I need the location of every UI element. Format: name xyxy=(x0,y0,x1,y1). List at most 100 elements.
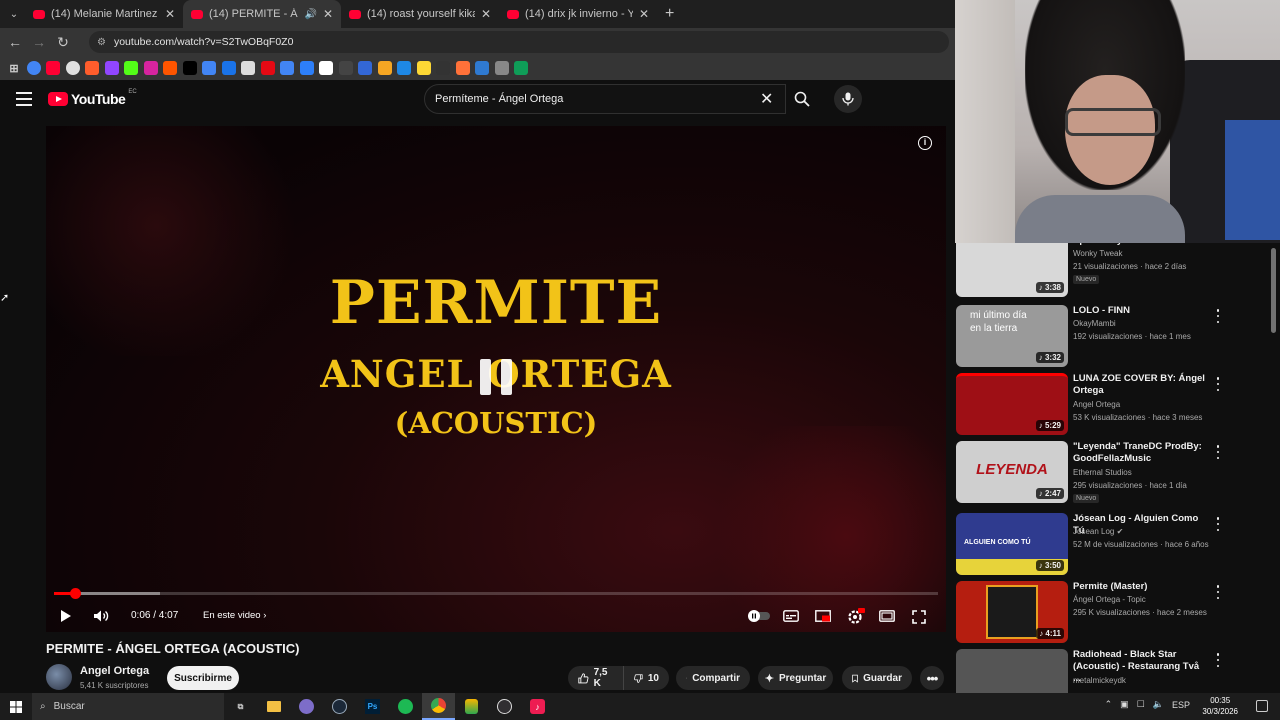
recommendations-scrollbar[interactable] xyxy=(1271,248,1276,333)
dislike-button[interactable]: 10 xyxy=(623,666,669,690)
progress-bar[interactable] xyxy=(54,588,938,599)
volume-tray-icon[interactable]: 🔈 xyxy=(1153,699,1164,710)
task-view-icon[interactable]: ⧉ xyxy=(224,693,257,720)
channel-name[interactable]: Angel Ortega xyxy=(80,665,149,677)
photoshop-icon[interactable]: Ps xyxy=(356,693,389,720)
twitch-icon[interactable] xyxy=(104,61,119,75)
notification-icon[interactable] xyxy=(1256,700,1268,712)
recommendation-item[interactable]: Radiohead - Black Star (Acoustic) - Rest… xyxy=(955,649,1273,694)
soundcloud-icon[interactable] xyxy=(163,61,177,75)
recommendation-item[interactable]: ♪ 4:11 Permite (Master) Ángel Ortega - T… xyxy=(955,581,1273,649)
windows-terminal-icon[interactable] xyxy=(299,61,314,75)
clock[interactable]: 00:35 30/3/2026 xyxy=(1202,695,1238,717)
recommendation-channel[interactable]: Ethernal Studios xyxy=(1073,468,1132,477)
save-button[interactable]: Guardar xyxy=(842,666,912,690)
bing-icon[interactable] xyxy=(475,61,489,75)
tiktok-icon[interactable]: ♪ xyxy=(521,693,554,720)
translate-icon[interactable] xyxy=(202,61,216,75)
subtitles-button[interactable] xyxy=(783,610,799,622)
windows-start-button[interactable] xyxy=(0,693,32,720)
recommendation-item[interactable]: LEYENDA ♪ 2:47 "Leyenda" TraneDC ProdBy:… xyxy=(955,441,1273,509)
recommendation-thumbnail[interactable]: ALGUIEN COMO TÚ ♪ 3:50 xyxy=(956,513,1068,575)
autoplay-toggle[interactable] xyxy=(748,610,770,622)
more-vert-icon[interactable] xyxy=(1213,309,1223,323)
more-vert-icon[interactable] xyxy=(1213,585,1223,599)
kick-icon[interactable] xyxy=(124,61,138,75)
apps-grid-icon[interactable]: ⊞ xyxy=(7,61,21,75)
browser-tab[interactable]: (14) drix jk invierno - YouTube ✕ xyxy=(499,0,657,28)
x-icon[interactable] xyxy=(182,61,197,75)
subscribe-button[interactable]: Suscribirme xyxy=(167,666,239,690)
recommendation-title[interactable]: LOLO - FINN xyxy=(1073,305,1209,317)
more-vert-icon[interactable] xyxy=(1213,445,1223,459)
browser-tab[interactable]: (14) roast yourself kika nieto - Y ✕ xyxy=(341,0,499,28)
more-vert-icon[interactable] xyxy=(1213,653,1223,667)
recommendation-title[interactable]: "Leyenda" TraneDC ProdBy: GoodFellazMusi… xyxy=(1073,441,1209,465)
recommendation-item[interactable]: ♪ 3:38 Speakeasy Wonky Tweak 21 visualiz… xyxy=(955,243,1273,303)
recommendation-thumbnail[interactable]: LEYENDA ♪ 2:47 xyxy=(956,441,1068,503)
fullscreen-button[interactable] xyxy=(912,610,926,624)
chapter-button[interactable]: En este video › xyxy=(203,610,266,621)
recommendation-title[interactable]: Permite (Master) xyxy=(1073,581,1209,593)
discord-icon[interactable] xyxy=(290,693,323,720)
chrome-icon[interactable] xyxy=(65,61,80,75)
instagram-icon[interactable] xyxy=(143,61,158,75)
recommendation-channel[interactable]: Ángel Ortega - Topic xyxy=(1073,595,1146,604)
netflix-icon[interactable] xyxy=(260,61,275,75)
chrome-icon[interactable] xyxy=(422,693,455,720)
youtube-icon[interactable] xyxy=(46,61,60,75)
drive-icon[interactable] xyxy=(280,61,294,75)
recommendation-item[interactable]: ALGUIEN COMO TÚ ♪ 3:50 Jósean Log - Algu… xyxy=(955,513,1273,581)
sheets-icon[interactable] xyxy=(514,61,528,75)
new-tab-button[interactable]: + xyxy=(665,5,674,23)
network-icon[interactable]: ☐ xyxy=(1137,699,1145,710)
forward-icon[interactable]: → xyxy=(27,34,51,50)
recommendation-thumbnail[interactable] xyxy=(956,649,1068,694)
recommendation-channel[interactable]: metalmickeydk xyxy=(1073,676,1126,685)
tab-close-icon[interactable]: ✕ xyxy=(639,7,649,21)
more-vert-icon[interactable] xyxy=(1213,517,1223,531)
meet-icon[interactable]: ▣ xyxy=(1120,699,1129,710)
recommendation-item[interactable]: ♪ 5:29 LUNA ZOE COVER BY: Ángel Ortega A… xyxy=(955,373,1273,441)
video-player[interactable]: PERMITE ANGEL ORTEGA (ACOUSTIC) i 0:06 /… xyxy=(46,126,946,632)
address-bar[interactable]: ⚙ youtube.com/watch?v=S2TwOBqF0Z0 xyxy=(89,31,949,53)
miniplayer-button[interactable] xyxy=(815,610,831,622)
tab-close-icon[interactable]: ✕ xyxy=(165,7,175,21)
steam-icon[interactable] xyxy=(323,693,356,720)
tab-close-icon[interactable]: ✕ xyxy=(481,7,491,21)
music-icon[interactable] xyxy=(416,61,431,75)
recommendation-channel[interactable]: Angel Ortega xyxy=(1073,400,1120,409)
site2-icon[interactable] xyxy=(358,61,372,75)
voice-search-button[interactable] xyxy=(834,85,862,113)
play-button[interactable] xyxy=(60,609,72,623)
share-button[interactable]: Compartir xyxy=(676,666,750,690)
theater-mode-button[interactable] xyxy=(879,610,895,622)
taskbar-search[interactable]: ⌕ Buscar xyxy=(32,693,224,720)
web-icon[interactable] xyxy=(494,61,509,75)
obs-icon[interactable] xyxy=(488,693,521,720)
menu-icon[interactable] xyxy=(16,92,32,106)
center-pause-icon[interactable] xyxy=(480,359,512,395)
recommendation-title[interactable]: Speakeasy xyxy=(1073,243,1209,247)
youtube-logo[interactable]: YouTube EC xyxy=(48,89,137,107)
search-button[interactable] xyxy=(786,84,818,114)
search-input[interactable]: Permíteme - Ángel Ortega xyxy=(424,84,786,114)
recommendation-thumbnail[interactable]: mi último día en la tierra ♪ 3:32 xyxy=(956,305,1068,367)
recommendation-channel[interactable]: Wonky Tweak xyxy=(1073,249,1123,258)
site-icon[interactable] xyxy=(221,61,236,75)
more-actions-button[interactable]: ••• xyxy=(920,666,944,690)
file-explorer-icon[interactable] xyxy=(257,693,290,720)
channel-avatar[interactable] xyxy=(46,664,72,690)
recommendation-title[interactable]: LUNA ZOE COVER BY: Ángel Ortega xyxy=(1073,373,1209,397)
google-icon[interactable] xyxy=(26,61,41,75)
recommendation-channel[interactable]: OkayMambi xyxy=(1073,319,1116,328)
tab-audio-icon[interactable]: 🔊 xyxy=(304,9,316,20)
like-button[interactable]: 7,5 K xyxy=(568,666,623,690)
ask-button[interactable]: ✦ Preguntar xyxy=(758,666,833,690)
back-icon[interactable]: ← xyxy=(3,34,27,50)
clear-search-icon[interactable]: ✕ xyxy=(760,89,773,109)
recommendation-channel[interactable]: Jósean Log ✔ xyxy=(1073,527,1123,536)
site-info-icon[interactable]: ⚙ xyxy=(97,37,106,48)
reload-icon[interactable]: ↻ xyxy=(51,34,75,51)
recommendation-item[interactable]: mi último día en la tierra ♪ 3:32 LOLO -… xyxy=(955,305,1273,373)
